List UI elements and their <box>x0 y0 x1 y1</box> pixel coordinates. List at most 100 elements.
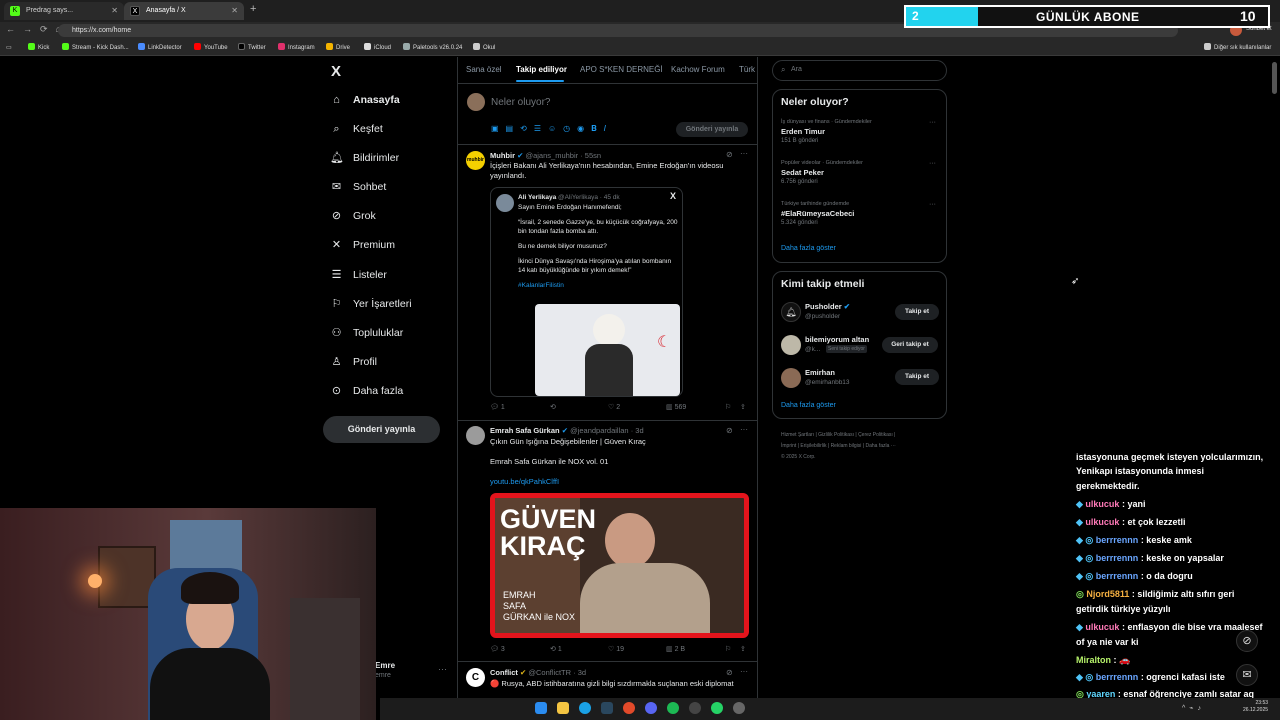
avatar[interactable]: muhbir <box>466 151 485 170</box>
bookmarks-icon[interactable]: ▭ <box>6 43 12 53</box>
chat-username[interactable]: berrrennn <box>1096 553 1139 563</box>
more-options-icon[interactable]: ··· <box>929 160 936 167</box>
footer-link[interactable]: İmprint <box>781 443 796 449</box>
obs-icon[interactable] <box>689 702 701 714</box>
chat-username[interactable]: Njord5811 <box>1086 589 1129 599</box>
grok-icon[interactable]: ⊘ <box>726 426 733 435</box>
show-more-link[interactable]: Daha fazla göster <box>781 402 836 409</box>
bookmark-okul[interactable]: Okul <box>473 43 495 53</box>
composer-post-button[interactable]: Gönderi yayınla <box>676 122 748 137</box>
composer-input[interactable]: Neler oluyor? <box>491 97 550 108</box>
show-more-link[interactable]: Daha fazla göster <box>781 245 836 252</box>
post-button[interactable]: Gönderi yayınla <box>323 416 440 443</box>
footer-link[interactable]: Daha fazla ··· <box>865 443 895 449</box>
reply-action[interactable]: 💬︎ 1 <box>490 403 505 411</box>
share-icon[interactable]: ⇪ <box>740 645 746 653</box>
like-action[interactable]: ♡ 2 <box>608 403 620 411</box>
views-action[interactable]: ▥ 2 B <box>666 645 685 653</box>
close-icon[interactable]: ✕ <box>231 2 238 20</box>
footer-link[interactable]: Gizlilik Politikası <box>818 432 854 438</box>
nav-home[interactable]: ⌂ Anasayfa <box>330 87 400 113</box>
whatsapp-icon[interactable] <box>711 702 723 714</box>
bookmark-paletools[interactable]: Paletools v26.0.24 <box>403 43 462 53</box>
footer-link[interactable]: Reklam bilgisi <box>831 443 862 449</box>
chat-username[interactable]: ulkucuk <box>1085 622 1119 632</box>
nav-notifications[interactable]: 🔔︎ Bildirimler <box>330 145 399 171</box>
tab-turk[interactable]: Türk <box>739 65 755 74</box>
chat-username[interactable]: ulkucuk <box>1085 499 1119 509</box>
retweet-action[interactable]: ⟲ 1 <box>550 645 562 653</box>
avatar[interactable] <box>781 335 801 355</box>
follow-name[interactable]: Emirhan <box>805 368 835 377</box>
follow-name[interactable]: Pusholder ✔ <box>805 302 850 311</box>
more-options-icon[interactable]: ··· <box>740 425 748 434</box>
chat-username[interactable]: berrrennn <box>1096 571 1139 581</box>
video-thumbnail[interactable]: GÜVEN KIRAÇ EMRAH SAFA GÜRKAN ile NOX <box>490 493 749 638</box>
spotify-icon[interactable] <box>667 702 679 714</box>
nav-messages[interactable]: ✉ Sohbet <box>330 174 386 200</box>
trend-item[interactable]: İş dünyası ve finans · Gündemdekiler Erd… <box>781 119 941 144</box>
other-bookmarks[interactable]: Diğer sık kullanılanlar <box>1204 43 1271 53</box>
bookmark-kick[interactable]: Kick <box>28 43 49 53</box>
chat-username[interactable]: ulkucuk <box>1085 517 1119 527</box>
tweet-author[interactable]: Muhbir <box>490 151 515 160</box>
new-tab-icon[interactable]: + <box>250 3 256 15</box>
tab-following[interactable]: Takip ediliyor <box>516 65 567 74</box>
views-action[interactable]: ▥ 569 <box>666 403 686 411</box>
nav-grok[interactable]: ⊘ Grok <box>330 203 376 229</box>
trend-item[interactable]: Türkiye tarihinde gündemde #ElaRümeysaCe… <box>781 201 941 226</box>
nav-communities[interactable]: ⚇ Topluluklar <box>330 320 404 346</box>
follow-back-button[interactable]: Geri takip et <box>882 337 938 353</box>
bookmark-linkdetector[interactable]: LinkDetector <box>138 43 182 53</box>
file-explorer-icon[interactable] <box>557 702 569 714</box>
discord-icon[interactable] <box>645 702 657 714</box>
tab-predrag[interactable]: K Predrag says... ✕ <box>4 2 124 20</box>
follow-button[interactable]: Takip et <box>895 369 939 385</box>
nav-lists[interactable]: ☰ Listeler <box>330 262 387 288</box>
bookmark-icloud[interactable]: iCloud <box>364 43 391 53</box>
avatar[interactable]: C <box>466 668 485 687</box>
system-clock[interactable]: 23:53 26.12.2025 <box>1243 700 1268 714</box>
nav-profile[interactable]: ♙ Profil <box>330 349 377 375</box>
footer-link[interactable]: Erişilebilirlik <box>800 443 826 449</box>
tab-for-you[interactable]: Sana özel <box>466 65 502 74</box>
tweet-author[interactable]: Conflict <box>490 668 518 677</box>
more-options-icon[interactable]: ··· <box>740 149 748 158</box>
composer-toolbar-icons[interactable]: ▣▤⟲☰☺◷◉𝐁𝐼 <box>491 124 613 134</box>
follow-name[interactable]: bilemiyorum altan <box>805 335 869 344</box>
retweet-icon[interactable]: ⟲ <box>550 403 556 411</box>
footer-link[interactable]: Hizmet Şartları <box>781 432 814 438</box>
bookmark-icon[interactable]: ⚐ <box>725 645 731 653</box>
nav-more[interactable]: ⊙ Daha fazla <box>330 378 403 404</box>
avatar[interactable] <box>781 368 801 388</box>
browser-icon[interactable] <box>623 702 635 714</box>
footer-link[interactable]: Çerez Politikası <box>858 432 893 438</box>
like-action[interactable]: ♡ 19 <box>608 645 624 653</box>
x-logo-icon[interactable]: X <box>331 63 341 80</box>
mail-icon[interactable]: ✉ <box>1236 664 1258 686</box>
tab-apo-list[interactable]: APO S*KEN DERNEĞİ <box>580 65 663 74</box>
close-icon[interactable]: ✕ <box>111 2 118 20</box>
trend-item[interactable]: Popüler videolar · Gündemdekiler Sedat P… <box>781 160 941 185</box>
grok-icon[interactable]: ⊘ <box>726 150 733 159</box>
scrollbar[interactable] <box>1272 62 1277 94</box>
search-input[interactable]: ⌕ Ara <box>772 60 947 81</box>
chat-username[interactable]: Miralton <box>1076 655 1111 665</box>
grok-icon[interactable]: ⊘ <box>726 668 733 677</box>
video-thumbnail[interactable]: ☾ <box>535 304 680 396</box>
chat-username[interactable]: berrrennn <box>1096 672 1139 682</box>
grok-icon[interactable]: ⊘ <box>1236 630 1258 652</box>
bookmark-stream[interactable]: Stream - Kick Dash... <box>62 43 129 53</box>
more-options-icon[interactable]: ··· <box>740 667 748 676</box>
tray-icons[interactable]: ^⌁♪ <box>1182 704 1205 712</box>
bell-icon[interactable]: 🔔︎ <box>781 302 801 322</box>
account-name[interactable]: Emre <box>375 661 395 670</box>
edge-icon[interactable] <box>579 702 591 714</box>
follow-button[interactable]: Takip et <box>895 304 939 320</box>
bookmark-icon[interactable]: ⚐ <box>725 403 731 411</box>
bookmark-twitter[interactable]: Twitter <box>238 43 266 53</box>
reply-action[interactable]: 💬︎ 3 <box>490 645 505 653</box>
avatar[interactable] <box>466 426 485 445</box>
tab-x-home[interactable]: X Anasayfa / X ✕ <box>124 2 244 20</box>
windows-start-icon[interactable] <box>535 702 547 714</box>
